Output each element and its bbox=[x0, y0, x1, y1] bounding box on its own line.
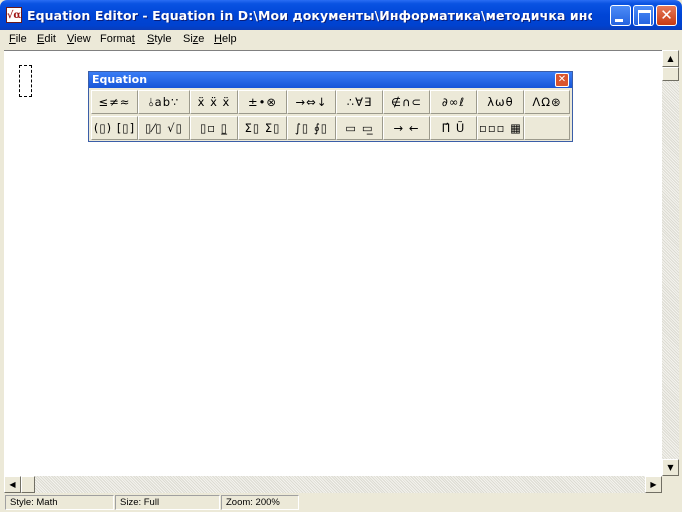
matrix-templates-button[interactable]: ▫▫▫ ▦ bbox=[477, 116, 524, 140]
integral-templates-button[interactable]: ∫▯ ∮▯ bbox=[287, 116, 336, 140]
arrow-symbols-button[interactable]: →⇔↓ bbox=[287, 90, 336, 114]
status-size: Size: Full bbox=[115, 495, 220, 510]
symbol-palettes-row: ≤≠≈ ⫰ab∵ ẍ ẍ ẍ ±•⊗ →⇔↓ ∴∀∃ ∉∩⊂ ∂∞ℓ λωθ Λ… bbox=[91, 90, 570, 115]
menu-format[interactable]: Format bbox=[100, 33, 135, 45]
set-theory-symbols-button[interactable]: ∉∩⊂ bbox=[383, 90, 430, 114]
close-icon: ✕ bbox=[660, 6, 673, 24]
scroll-right-button[interactable]: ▶ bbox=[645, 476, 662, 493]
minimize-button[interactable] bbox=[610, 5, 631, 26]
relational-symbols-button[interactable]: ≤≠≈ bbox=[91, 90, 138, 114]
arrow-up-icon: ▲ bbox=[667, 54, 674, 63]
palette-title[interactable]: Equation bbox=[89, 72, 572, 88]
menu-bar: File Edit View Format Style Size Help bbox=[0, 30, 682, 49]
operator-symbols-button[interactable]: ±•⊗ bbox=[238, 90, 287, 114]
menu-style[interactable]: Style bbox=[147, 33, 171, 45]
equation-editor-app-icon[interactable]: √α bbox=[6, 7, 22, 23]
underbar-overbar-templates-button[interactable]: ▭ ▭̲ bbox=[336, 116, 383, 140]
menu-view[interactable]: View bbox=[67, 33, 91, 45]
status-bar: Style: Math Size: Full Zoom: 200% bbox=[0, 493, 682, 512]
empty-palette-slot bbox=[524, 116, 570, 140]
scrollbar-corner bbox=[662, 476, 679, 493]
menu-help[interactable]: Help bbox=[214, 33, 237, 45]
embellishments-button[interactable]: ẍ ẍ ẍ bbox=[190, 90, 238, 114]
fraction-radical-templates-button[interactable]: ▯⁄▯ √▯ bbox=[138, 116, 190, 140]
logical-symbols-button[interactable]: ∴∀∃ bbox=[336, 90, 383, 114]
subscript-superscript-templates-button[interactable]: ▯▫ ▯̲ bbox=[190, 116, 238, 140]
arrow-down-icon: ▼ bbox=[667, 463, 674, 472]
vertical-scrollbar[interactable]: ▲ ▼ bbox=[662, 50, 679, 476]
greek-uppercase-button[interactable]: ΛΩ⊛ bbox=[524, 90, 570, 114]
template-palettes-row: (▯) [▯] ▯⁄▯ √▯ ▯▫ ▯̲ Σ▯ Σ▯ ∫▯ ∮▯ ▭ ▭̲ → … bbox=[91, 116, 570, 141]
summation-templates-button[interactable]: Σ▯ Σ▯ bbox=[238, 116, 287, 140]
menu-size[interactable]: Size bbox=[183, 33, 204, 45]
arrow-left-icon: ◀ bbox=[9, 480, 16, 489]
arrow-right-icon: ▶ bbox=[650, 480, 657, 489]
labeled-arrow-templates-button[interactable]: → ← bbox=[383, 116, 430, 140]
close-icon: ✕ bbox=[557, 74, 567, 85]
palette-close-button[interactable]: ✕ bbox=[555, 73, 569, 87]
window-title: Equation Editor - Equation in D:\Мои док… bbox=[27, 8, 592, 23]
close-button[interactable]: ✕ bbox=[656, 5, 677, 26]
equation-toolbar-palette[interactable]: Equation ✕ ≤≠≈ ⫰ab∵ ẍ ẍ ẍ ±•⊗ →⇔↓ ∴∀∃ ∉∩… bbox=[88, 71, 573, 142]
scroll-down-button[interactable]: ▼ bbox=[662, 459, 679, 476]
vertical-scroll-thumb[interactable] bbox=[662, 67, 679, 81]
spaces-ellipses-button[interactable]: ⫰ab∵ bbox=[138, 90, 190, 114]
products-set-theory-templates-button[interactable]: Π̂ Ũ bbox=[430, 116, 477, 140]
maximize-button[interactable] bbox=[633, 5, 654, 26]
misc-symbols-button[interactable]: ∂∞ℓ bbox=[430, 90, 477, 114]
status-style: Style: Math bbox=[5, 495, 114, 510]
empty-equation-slot[interactable] bbox=[19, 65, 32, 97]
horizontal-scroll-thumb[interactable] bbox=[21, 476, 35, 493]
scroll-left-button[interactable]: ◀ bbox=[4, 476, 21, 493]
title-bar[interactable]: √α Equation Editor - Equation in D:\Мои … bbox=[0, 0, 682, 30]
menu-file[interactable]: File bbox=[9, 33, 27, 45]
fence-templates-button[interactable]: (▯) [▯] bbox=[91, 116, 138, 140]
menu-edit[interactable]: Edit bbox=[37, 33, 56, 45]
greek-lowercase-button[interactable]: λωθ bbox=[477, 90, 524, 114]
status-zoom: Zoom: 200% bbox=[221, 495, 299, 510]
horizontal-scrollbar[interactable]: ◀ ▶ bbox=[4, 476, 662, 493]
scroll-up-button[interactable]: ▲ bbox=[662, 50, 679, 67]
